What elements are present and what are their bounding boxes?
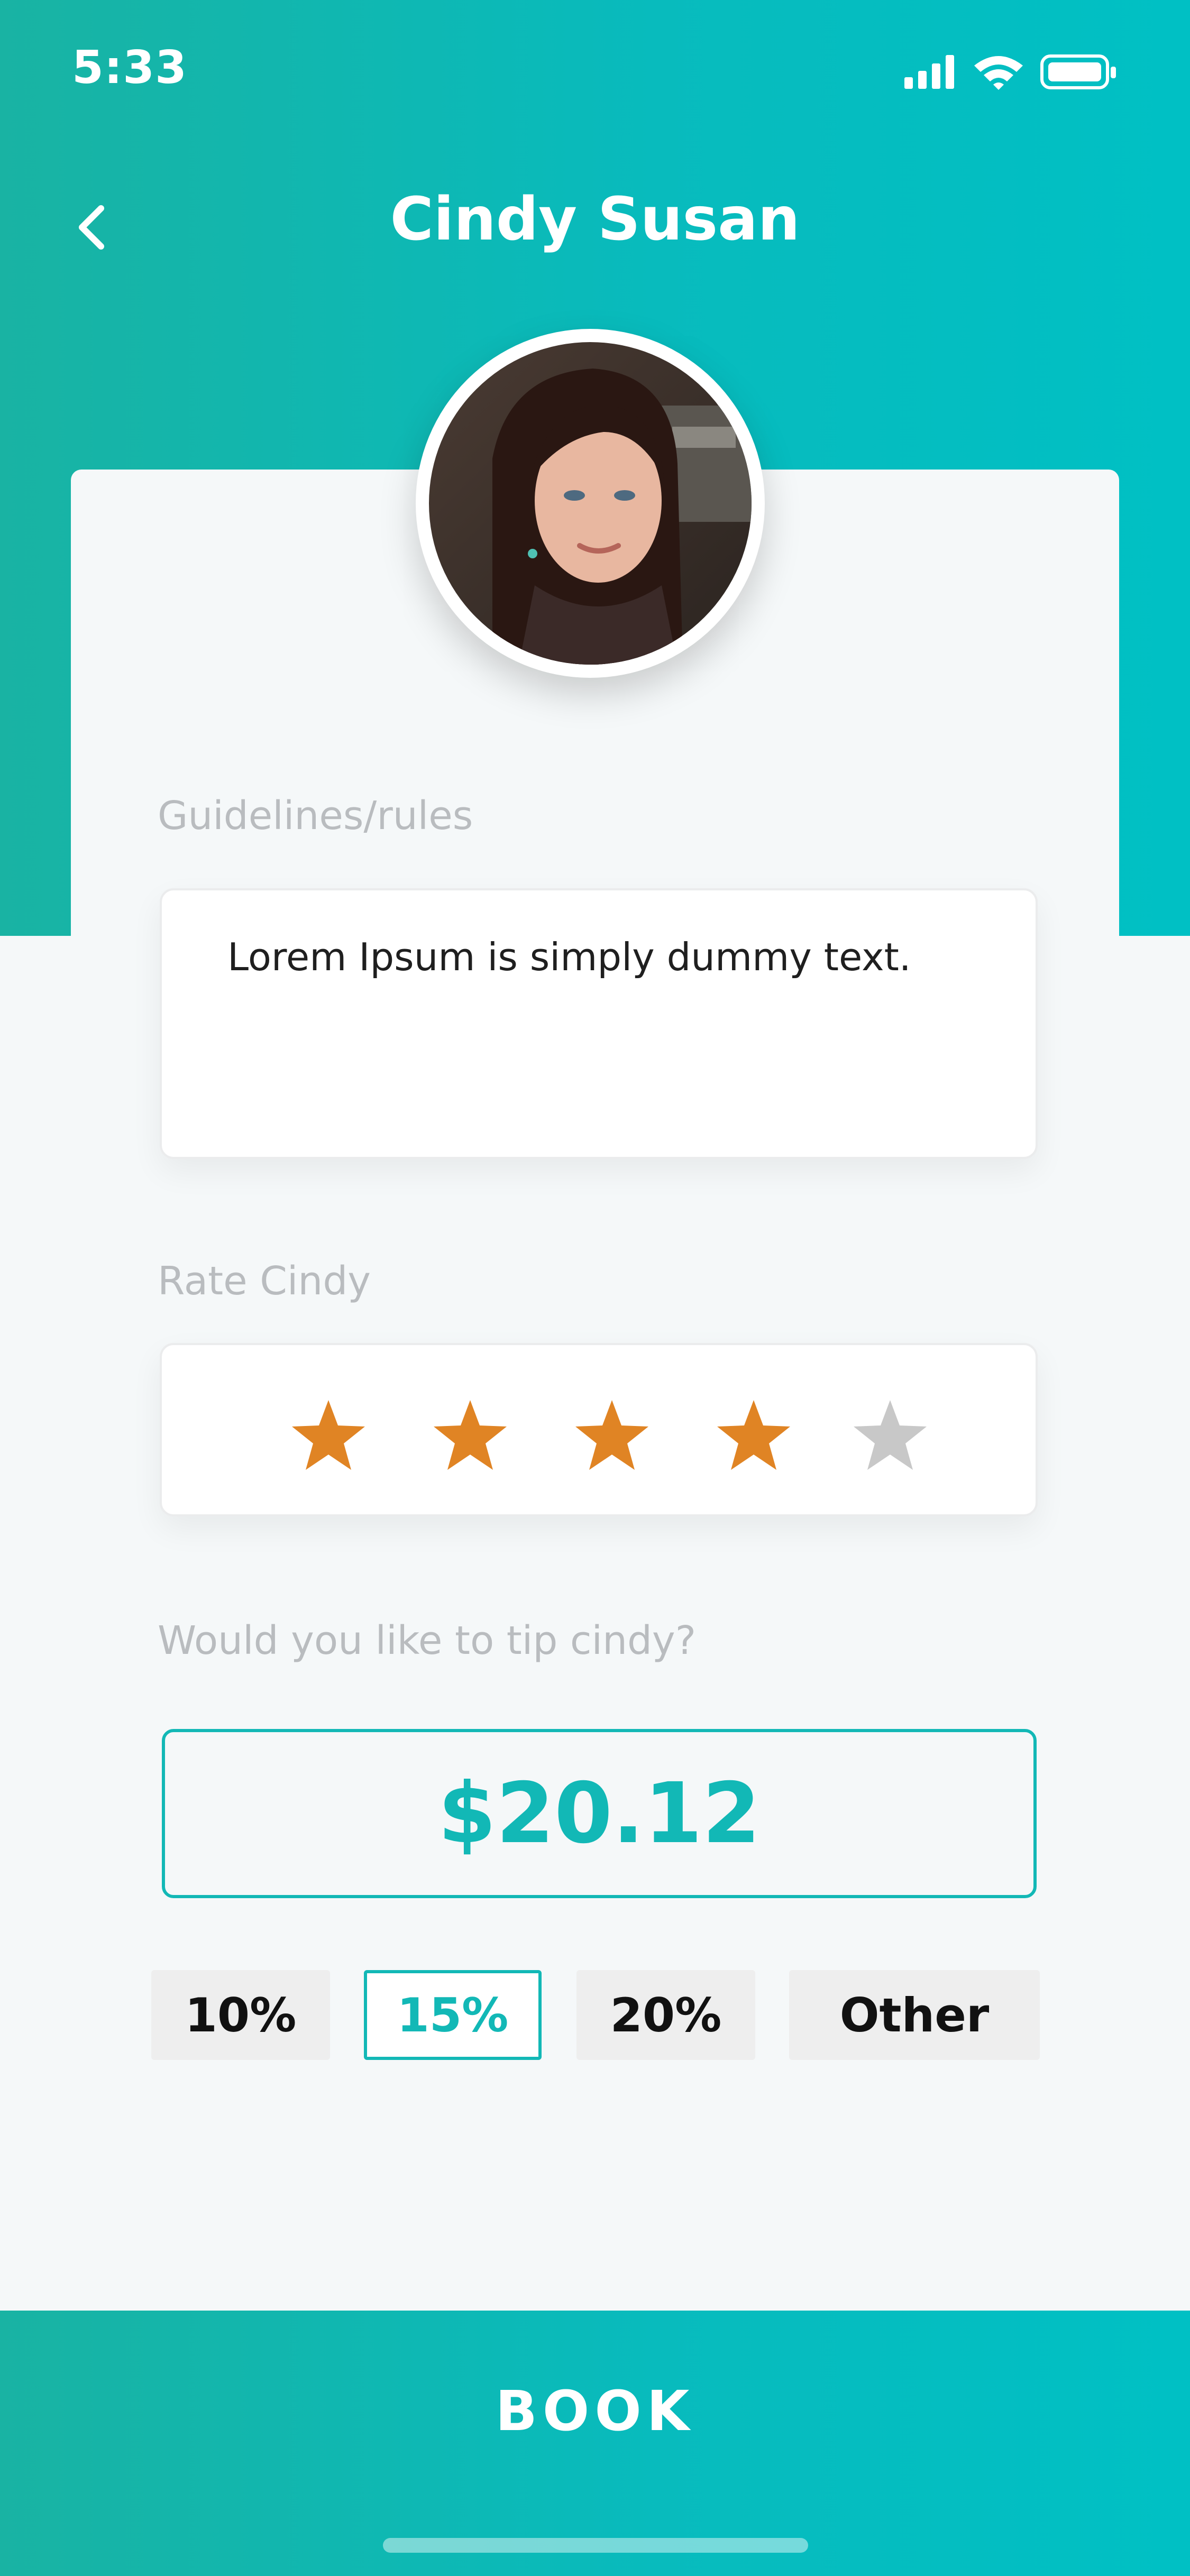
guidelines-box: Lorem Ipsum is simply dummy text. [160,888,1038,1159]
footer-bar: BOOK [0,2311,1190,2576]
tip-option-other[interactable]: Other [789,1970,1040,2060]
avatar-photo [429,342,752,665]
signal-icon [904,55,954,89]
wifi-icon [974,56,1023,90]
guidelines-label: Guidelines/rules [158,793,473,839]
tip-question-label: Would you like to tip cindy? [158,1618,697,1663]
star-icon[interactable] [850,1398,930,1472]
tip-option-10[interactable]: 10% [151,1970,330,2060]
status-time: 5:33 [72,41,187,94]
tip-amount-field[interactable]: $20.12 [162,1729,1037,1898]
star-icon[interactable] [289,1398,368,1472]
star-icon[interactable] [572,1398,652,1472]
tip-option-20[interactable]: 20% [576,1970,755,2060]
guidelines-text: Lorem Ipsum is simply dummy text. [227,935,911,979]
battery-icon [1040,54,1116,89]
star-icon[interactable] [714,1398,793,1472]
avatar [416,329,765,678]
tip-option-15[interactable]: 15% [364,1970,542,2060]
status-icons [899,51,1121,93]
page-title: Cindy Susan [390,185,800,254]
book-button[interactable]: BOOK [0,2311,1190,2511]
tip-amount-value: $20.12 [438,1765,761,1862]
rate-label: Rate Cindy [158,1258,371,1304]
rating-box [160,1343,1038,1516]
star-icon[interactable] [431,1398,510,1472]
home-indicator [383,2538,808,2553]
